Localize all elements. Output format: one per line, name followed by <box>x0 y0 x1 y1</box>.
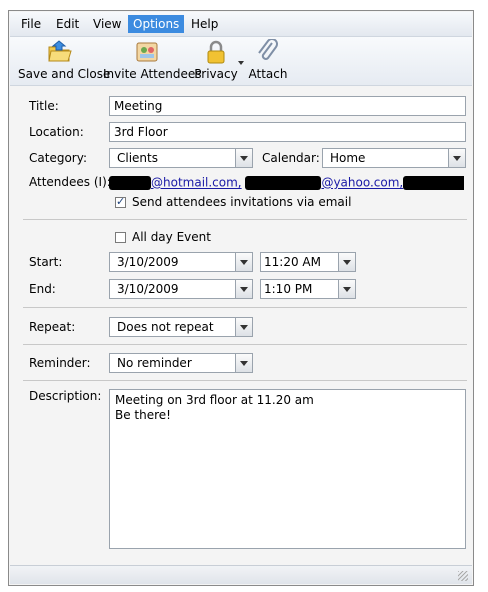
description-label: Description: <box>29 389 102 403</box>
end-date-value: 3/10/2009 <box>117 282 179 296</box>
redacted-text <box>245 175 322 190</box>
category-value: Clients <box>117 151 158 165</box>
end-time-value: 1:10 PM <box>264 282 313 296</box>
resize-grip-icon[interactable] <box>458 571 468 581</box>
calendar-select[interactable]: Home <box>322 148 466 168</box>
chevron-down-icon[interactable] <box>338 253 355 271</box>
location-label: Location: <box>29 125 84 139</box>
title-field[interactable]: Meeting <box>109 96 466 116</box>
save-close-button[interactable]: Save and Close <box>18 39 111 83</box>
send-invites-label: Send attendees invitations via email <box>132 195 352 209</box>
start-date-value: 3/10/2009 <box>117 255 179 269</box>
privacy-button[interactable]: Privacy <box>194 39 238 83</box>
redacted-text <box>109 175 151 190</box>
all-day-label: All day Event <box>132 230 211 244</box>
divider <box>23 307 467 308</box>
end-date-picker[interactable]: 3/10/2009 <box>109 279 253 299</box>
calendar-label: Calendar: <box>262 151 320 165</box>
chevron-down-icon[interactable] <box>448 149 465 167</box>
event-dialog-window: File Edit View Options Help Save and Clo… <box>8 10 474 586</box>
save-close-icon <box>45 39 73 65</box>
invite-attendees-icon <box>133 39 161 65</box>
divider <box>23 219 467 220</box>
attach-label: Attach <box>248 67 288 81</box>
repeat-label: Repeat: <box>29 320 76 334</box>
divider <box>23 344 467 345</box>
menu-options[interactable]: Options <box>128 15 185 33</box>
paperclip-icon <box>254 38 282 65</box>
divider <box>23 380 467 381</box>
chevron-down-icon[interactable] <box>235 318 252 336</box>
menu-bar: File Edit View Options Help <box>10 12 472 37</box>
attach-button[interactable]: Attach <box>248 38 288 83</box>
start-date-picker[interactable]: 3/10/2009 <box>109 252 253 272</box>
end-time-picker[interactable]: 1:10 PM <box>260 279 356 299</box>
privacy-label: Privacy <box>194 67 238 81</box>
start-time-value: 11:20 AM <box>264 255 321 269</box>
toolbar: Save and Close Invite Attendees Privacy … <box>10 37 472 86</box>
chevron-down-icon[interactable] <box>235 280 252 298</box>
privacy-dropdown-button[interactable] <box>238 39 246 83</box>
menu-view[interactable]: View <box>88 15 126 33</box>
end-label: End: <box>29 282 56 296</box>
reminder-value: No reminder <box>117 356 192 370</box>
chevron-down-icon <box>238 61 244 65</box>
invite-attendees-button[interactable]: Invite Attendees <box>103 39 202 83</box>
invite-attendees-label: Invite Attendees <box>103 67 202 81</box>
redacted-text <box>403 175 464 190</box>
location-field[interactable]: 3rd Floor <box>109 122 466 142</box>
status-bar <box>10 565 472 584</box>
category-label: Category: <box>29 151 87 165</box>
repeat-select[interactable]: Does not repeat <box>109 317 253 337</box>
menu-edit[interactable]: Edit <box>51 15 84 33</box>
category-select[interactable]: Clients <box>109 148 253 168</box>
calendar-value: Home <box>330 151 366 165</box>
attendee-link-2[interactable]: @yahoo.com, <box>321 176 403 190</box>
attendees-label: Attendees (I): <box>29 175 111 189</box>
title-label: Title: <box>29 99 59 113</box>
attendees-list[interactable]: @hotmail.com, @yahoo.com, <box>109 175 464 191</box>
chevron-down-icon[interactable] <box>235 253 252 271</box>
chevron-down-icon[interactable] <box>235 354 252 372</box>
chevron-down-icon[interactable] <box>235 149 252 167</box>
start-label: Start: <box>29 255 63 269</box>
send-invites-checkbox[interactable] <box>115 195 126 208</box>
save-close-label: Save and Close <box>18 67 111 81</box>
all-day-checkbox[interactable] <box>115 232 126 243</box>
reminder-select[interactable]: No reminder <box>109 353 253 373</box>
chevron-down-icon[interactable] <box>338 280 355 298</box>
menu-help[interactable]: Help <box>186 15 223 33</box>
lock-icon <box>202 39 230 65</box>
start-time-picker[interactable]: 11:20 AM <box>260 252 356 272</box>
reminder-label: Reminder: <box>29 356 91 370</box>
repeat-value: Does not repeat <box>117 320 214 334</box>
description-textarea[interactable]: Meeting on 3rd floor at 11.20 am Be ther… <box>109 389 466 549</box>
menu-file[interactable]: File <box>16 15 46 33</box>
attendee-link-1[interactable]: @hotmail.com, <box>151 176 242 190</box>
